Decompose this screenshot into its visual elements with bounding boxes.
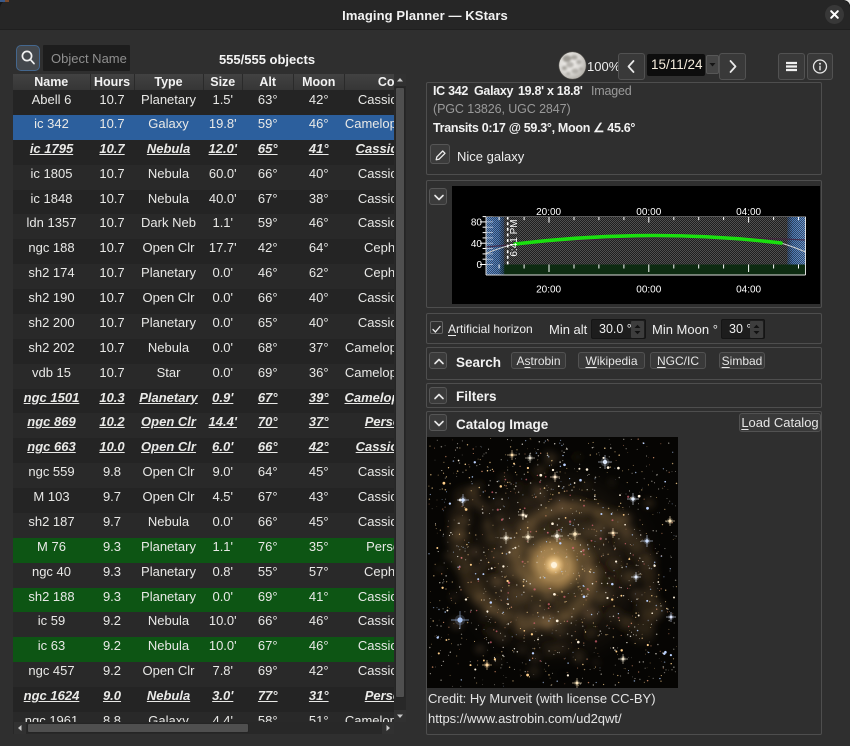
svg-text:20:00: 20:00 [536, 207, 561, 218]
svg-text:40: 40 [471, 239, 483, 250]
svg-text:00:00: 00:00 [636, 285, 661, 296]
svg-text:20:00: 20:00 [536, 285, 561, 296]
svg-text:6:41 PM: 6:41 PM [509, 219, 520, 256]
svg-text:04:00: 04:00 [736, 285, 761, 296]
svg-text:04:00: 04:00 [736, 207, 761, 218]
svg-text:80: 80 [471, 218, 483, 229]
svg-text:0: 0 [476, 260, 482, 271]
svg-text:00:00: 00:00 [636, 207, 661, 218]
